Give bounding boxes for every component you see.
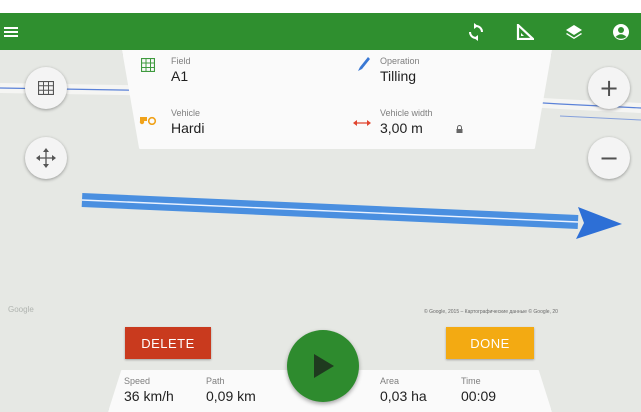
time-info: Time 00:09 — [461, 376, 496, 404]
map-watermark: Google — [8, 305, 34, 314]
play-icon — [314, 354, 334, 378]
area-info: Area 0,03 ha — [380, 376, 427, 404]
vehicle-width-label: Vehicle width — [380, 108, 433, 118]
ruler-triangle-icon[interactable] — [505, 13, 545, 50]
app-toolbar — [0, 13, 641, 50]
play-button[interactable] — [287, 330, 359, 402]
map-attribution: © Google, 2015 – Картографические данные… — [424, 309, 558, 315]
field-grid-button[interactable] — [25, 67, 67, 109]
operation-info: Operation Tilling — [380, 56, 420, 84]
vehicle-label: Vehicle — [171, 108, 201, 118]
done-button[interactable]: DONE — [446, 327, 534, 359]
sync-icon[interactable] — [456, 13, 496, 50]
plus-icon: + — [598, 74, 620, 102]
path-value: 0,09 km — [206, 388, 256, 404]
field-info: Field A1 — [171, 56, 191, 84]
minus-icon: − — [598, 144, 620, 172]
vehicle-value: Hardi — [171, 120, 205, 136]
zoom-out-button[interactable]: − — [588, 137, 630, 179]
path-info: Path 0,09 km — [206, 376, 256, 404]
pan-button[interactable] — [25, 137, 67, 179]
top-margin — [0, 0, 641, 13]
width-arrows-icon — [353, 114, 371, 132]
grid-icon — [38, 81, 54, 95]
hamburger-menu-icon[interactable] — [0, 13, 22, 50]
time-value: 00:09 — [461, 388, 497, 404]
tractor-icon — [139, 112, 157, 130]
vehicle-info: Vehicle Hardi — [171, 108, 204, 136]
layers-icon[interactable] — [554, 13, 594, 50]
wrench-icon — [356, 56, 370, 77]
lock-icon — [456, 120, 463, 138]
area-value: 0,03 ha — [380, 388, 427, 404]
vehicle-width-info: Vehicle width 3,00 m — [380, 108, 433, 136]
delete-button[interactable]: DELETE — [125, 327, 211, 359]
account-icon[interactable] — [601, 13, 641, 50]
path-label: Path — [206, 376, 225, 386]
grid-field-icon — [140, 57, 156, 77]
speed-info: Speed 36 km/h — [124, 376, 174, 404]
time-label: Time — [461, 376, 481, 386]
field-label: Field — [171, 56, 191, 66]
zoom-in-button[interactable]: + — [588, 67, 630, 109]
operation-label: Operation — [380, 56, 420, 66]
vehicle-width-value: 3,00 m — [380, 120, 423, 136]
speed-label: Speed — [124, 376, 151, 386]
speed-value: 36 km/h — [124, 388, 174, 404]
field-value: A1 — [171, 68, 189, 84]
info-panel-top: Field A1 Operation Tilling Vehicle Hardi… — [122, 50, 552, 149]
move-arrows-icon — [36, 148, 56, 168]
operation-value: Tilling — [380, 68, 417, 84]
area-label: Area — [380, 376, 400, 386]
